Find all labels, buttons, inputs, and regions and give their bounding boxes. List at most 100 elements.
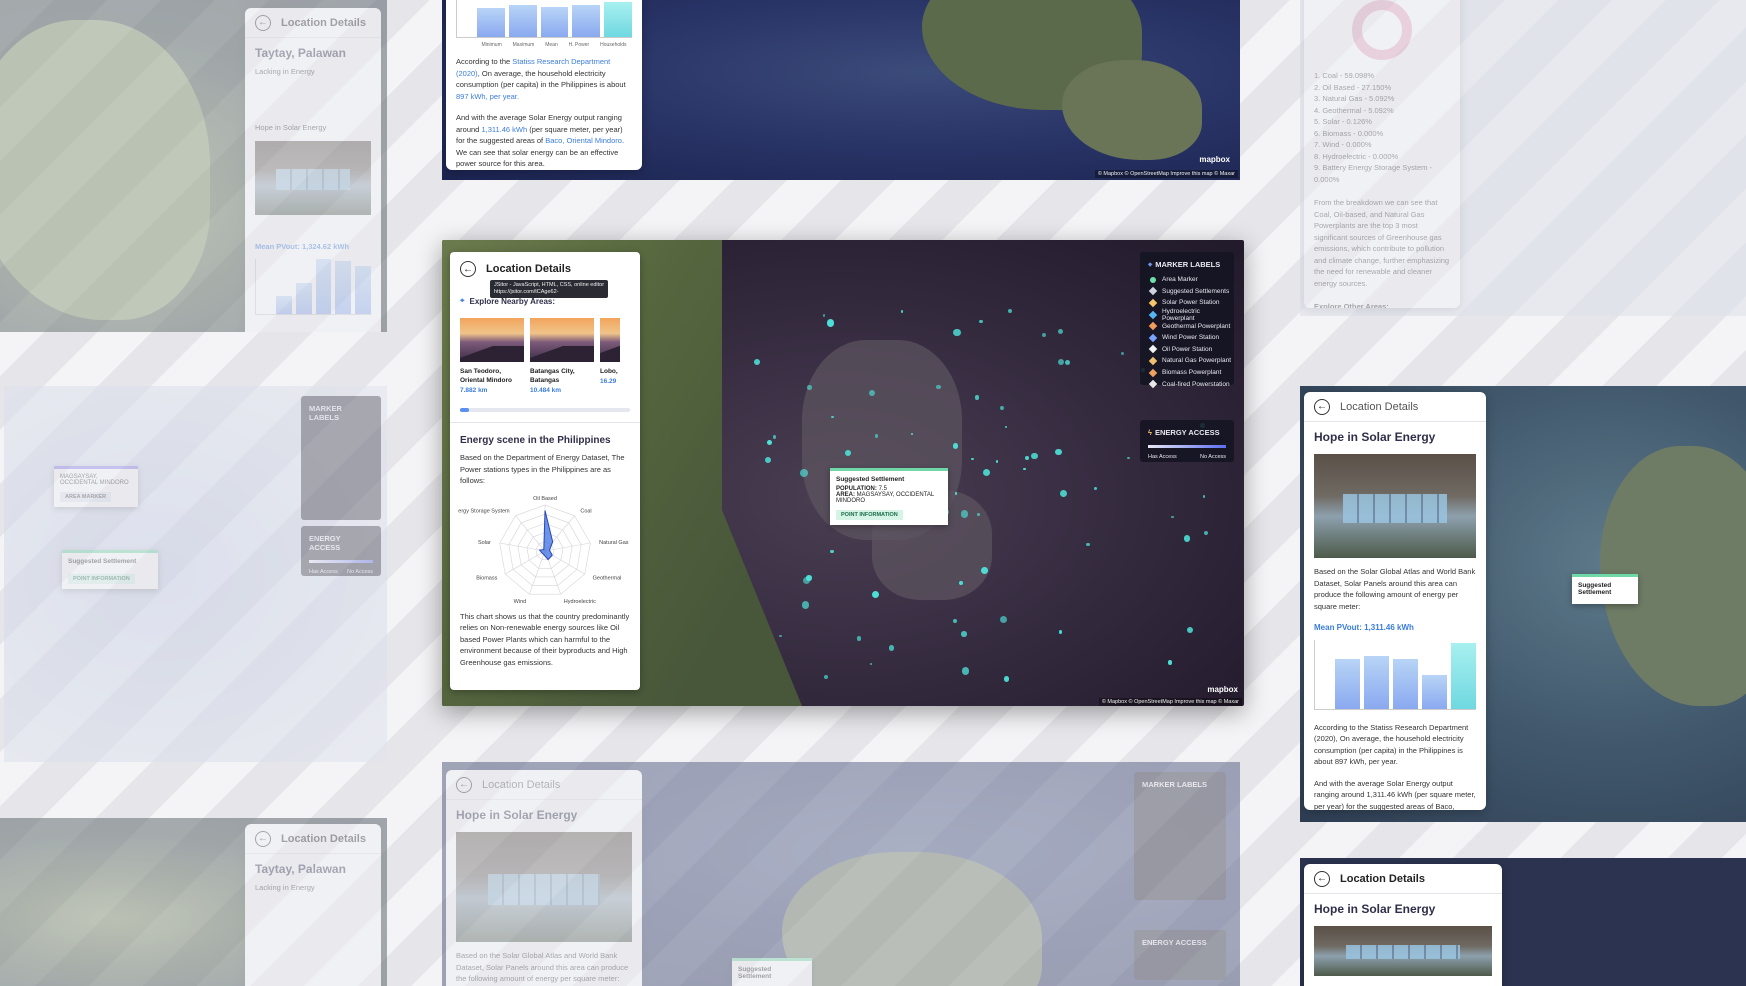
bar-label: Mean bbox=[545, 42, 558, 48]
dim-overlay bbox=[1300, 0, 1746, 316]
bar bbox=[508, 5, 537, 37]
nearby-card[interactable]: Lobo, 16.29 bbox=[600, 318, 620, 394]
area-thumbnail bbox=[530, 318, 594, 362]
card-name: San Teodoro, Oriental Mindoro bbox=[460, 368, 512, 384]
settlement-speck bbox=[995, 460, 999, 463]
bg-tile-mid-right: ← Location Details Hope in Solar Energy B… bbox=[1300, 386, 1746, 822]
card-name: Lobo, bbox=[600, 368, 618, 375]
legend-label: Wind Power Station bbox=[1162, 334, 1220, 342]
energy-access-legend: ϟ ENERGY ACCESS Has Access No Access bbox=[1140, 420, 1234, 462]
legend-label: Area Marker bbox=[1162, 276, 1198, 284]
bar bbox=[1451, 642, 1476, 709]
bar bbox=[1422, 675, 1447, 709]
mapbox-logo[interactable]: mapbox bbox=[1199, 155, 1230, 164]
legend-item: Natural Gas Powerplant bbox=[1140, 355, 1234, 367]
bar bbox=[540, 6, 569, 37]
popup-title: Suggested Settlement bbox=[836, 476, 905, 483]
diamond-marker-icon bbox=[1148, 310, 1158, 319]
settlement-speck bbox=[888, 644, 895, 651]
dim-overlay bbox=[4, 386, 387, 762]
energy-intro: Based on the Department of Energy Datase… bbox=[460, 453, 625, 485]
panel-title: Location Details bbox=[486, 263, 571, 275]
radar-axis bbox=[515, 515, 546, 551]
solar-detail-panel: ← Location Details Hope in Solar Energy B… bbox=[1304, 392, 1486, 810]
settlement-speck bbox=[971, 457, 974, 460]
radar-axis bbox=[499, 542, 546, 551]
settlement-speck bbox=[766, 440, 772, 446]
map-attribution: © Mapbox © OpenStreetMap Improve this ma… bbox=[1094, 170, 1238, 178]
panel-header: ← Location Details bbox=[1304, 864, 1502, 894]
legend-label: Solar Power Station bbox=[1162, 299, 1220, 307]
settlement-popup: Suggested Settlement bbox=[1572, 574, 1638, 604]
energy-title: Energy scene in the Philippines bbox=[460, 435, 611, 446]
legend-item: Wind Power Station bbox=[1140, 332, 1234, 344]
settlement-speck bbox=[954, 492, 958, 495]
settlement-speck bbox=[999, 406, 1004, 411]
cards-scrollbar[interactable] bbox=[460, 408, 630, 412]
card-distance: 16.29 bbox=[600, 378, 617, 385]
pin-icon: ⌖ bbox=[1148, 260, 1153, 269]
bar bbox=[1393, 658, 1418, 709]
settlement-speck bbox=[1041, 332, 1046, 338]
radar-series-area bbox=[538, 509, 554, 560]
nearby-card[interactable]: Batangas City, Batangas 10.484 km bbox=[530, 318, 594, 394]
settlement-speck bbox=[1057, 329, 1063, 335]
settlement-speck bbox=[1055, 448, 1062, 456]
radar-axis-label: Natural Gas bbox=[599, 539, 629, 545]
back-icon[interactable]: ← bbox=[1314, 870, 1330, 887]
solar-detail-panel: ← Location Details Hope in Solar Energy bbox=[1304, 864, 1502, 986]
solar-intro: Based on the Solar Global Atlas and Worl… bbox=[1314, 567, 1476, 611]
energy-summary: This chart shows us that the country pre… bbox=[460, 611, 630, 667]
settlement-speck bbox=[977, 513, 981, 516]
mapbox-logo[interactable]: mapbox bbox=[1207, 685, 1238, 694]
scrollbar-thumb[interactable] bbox=[460, 408, 470, 412]
access-gradient bbox=[1148, 445, 1226, 448]
legend-item: Suggested Settlements bbox=[1140, 286, 1234, 298]
solar-info-panel: Minimum Maximum Mean H. Power Households… bbox=[446, 0, 642, 170]
settlement-speck bbox=[772, 435, 777, 439]
settlement-speck bbox=[960, 510, 969, 518]
legend-item: Oil Power Station bbox=[1140, 344, 1234, 356]
settlement-speck bbox=[807, 385, 812, 390]
popup-area: AREA: MAGSAYSAY, OCCIDENTAL MINDORO bbox=[836, 492, 935, 504]
nearby-card[interactable]: San Teodoro, Oriental Mindoro 7.882 km bbox=[460, 318, 524, 394]
panel-title: Location Details bbox=[1340, 400, 1419, 413]
dim-overlay bbox=[0, 818, 387, 986]
settlement-speck bbox=[958, 580, 963, 585]
settlement-speck bbox=[799, 468, 808, 477]
back-icon[interactable]: ← bbox=[1314, 398, 1330, 415]
settlement-speck bbox=[830, 549, 834, 554]
bar-labels: Minimum Maximum Mean H. Power Households bbox=[446, 42, 642, 48]
radar-axis-label: Biomass bbox=[476, 575, 497, 581]
settlement-speck bbox=[952, 443, 959, 449]
legend-item: Biomass Powerplant bbox=[1140, 367, 1234, 379]
bar-label: H. Power bbox=[568, 42, 590, 48]
diamond-marker-icon bbox=[1148, 333, 1158, 343]
legend-item: Geothermal Powerplant bbox=[1140, 320, 1234, 332]
legend-items: Area Marker Suggested Settlements Solar Po… bbox=[1140, 274, 1234, 390]
settlement-speck bbox=[1202, 495, 1205, 498]
card-distance: 7.882 km bbox=[460, 387, 488, 394]
mini-bar-chart bbox=[456, 0, 632, 38]
settlement-speck bbox=[974, 395, 980, 400]
location-detail-panel: ← Location Details JSitor - JavaScript, … bbox=[450, 252, 640, 690]
radar-axis bbox=[528, 550, 546, 594]
bar bbox=[1335, 658, 1360, 709]
mini-bar-chart bbox=[1314, 639, 1476, 710]
card-name: Batangas City, Batangas bbox=[530, 368, 575, 384]
point-information-button[interactable]: POINT INFORMATION bbox=[836, 510, 903, 520]
bg-tile-top-center: Minimum Maximum Mean H. Power Households… bbox=[442, 0, 1240, 180]
settlement-speck bbox=[1024, 456, 1029, 460]
settlement-speck bbox=[1059, 489, 1068, 497]
bolt-icon: ϟ bbox=[1148, 428, 1152, 437]
back-icon[interactable]: ← bbox=[460, 261, 476, 277]
browser-tooltip: JSitor - JavaScript, HTML, CSS, online e… bbox=[490, 280, 609, 298]
settlement-speck bbox=[999, 615, 1007, 623]
map-attribution: © Mapbox © OpenStreetMap Improve this ma… bbox=[1098, 698, 1242, 706]
dim-overlay bbox=[442, 762, 1240, 986]
legend-label: Coal-fired Powerstation bbox=[1162, 380, 1230, 388]
diamond-marker-icon bbox=[1148, 379, 1158, 389]
consumption-text: According to the Statiss Research Depart… bbox=[456, 57, 626, 101]
diamond-marker-icon bbox=[1148, 356, 1158, 366]
circle-marker-icon bbox=[1150, 276, 1156, 283]
